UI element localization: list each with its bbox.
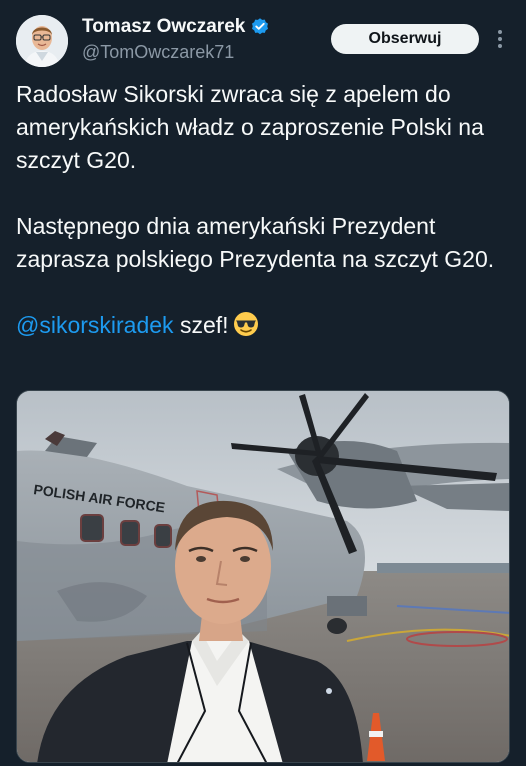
tweet-paragraph-1: Radosław Sikorski zwraca się z apelem do…: [16, 81, 484, 173]
sunglasses-emoji-icon: [233, 311, 259, 337]
tweet-paragraph-3-text: szef!: [173, 312, 229, 338]
tweet: Tomasz Owczarek @TomOwczarek71 Obserwuj …: [0, 0, 526, 766]
tweet-header: Tomasz Owczarek @TomOwczarek71 Obserwuj: [16, 14, 510, 70]
tweet-text: Radosław Sikorski zwraca się z apelem do…: [16, 78, 510, 342]
author-handle[interactable]: @TomOwczarek71: [82, 42, 270, 63]
follow-button[interactable]: Obserwuj: [331, 24, 479, 54]
tweet-photo[interactable]: POLISH AIR FORCE: [16, 390, 510, 763]
mention-link[interactable]: @sikorskiradek: [16, 312, 174, 338]
tweet-paragraph-2: Następnego dnia amerykański Prezydent za…: [16, 213, 495, 272]
verified-badge-icon: [250, 17, 270, 37]
author-block[interactable]: Tomasz Owczarek @TomOwczarek71: [82, 16, 270, 63]
author-name[interactable]: Tomasz Owczarek: [82, 16, 245, 38]
tweet-paragraph-3: @sikorskiradek szef!: [16, 309, 510, 342]
avatar[interactable]: [16, 15, 68, 67]
more-options-icon[interactable]: [491, 24, 509, 54]
